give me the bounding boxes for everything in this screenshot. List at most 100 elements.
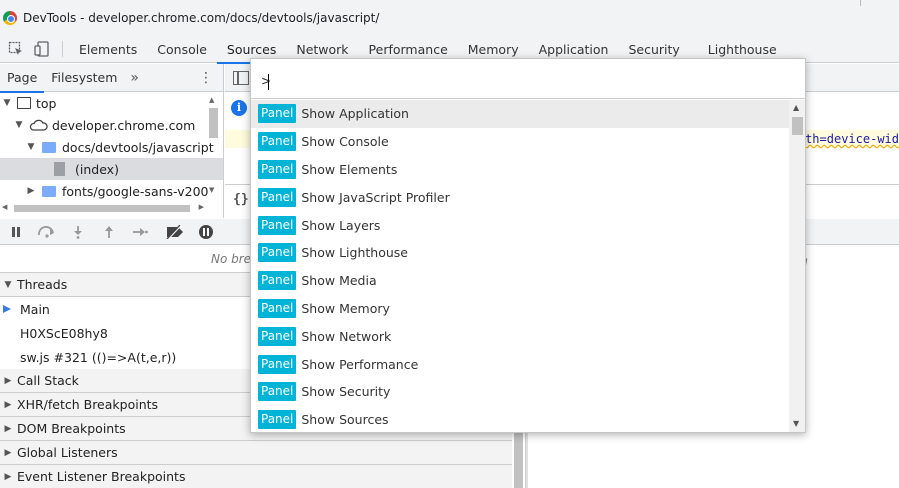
command-input[interactable]: > (251, 59, 805, 99)
category-badge: Panel (258, 104, 297, 124)
more-tabs-icon[interactable]: » (124, 70, 145, 86)
tree-item-label: developer.chrome.com (52, 117, 196, 133)
tree-item-label: fonts/google-sans-v200 (62, 183, 209, 199)
tab-console[interactable]: Console (147, 36, 217, 63)
tree-item-label: docs/devtools/javascript (62, 139, 214, 155)
tree-item-index[interactable]: (index) (0, 158, 223, 180)
section-title: XHR/fetch Breakpoints (17, 397, 159, 412)
command-label: Show JavaScript Profiler (301, 189, 450, 205)
command-label: Show Lighthouse (301, 245, 408, 261)
command-label: Show Application (301, 106, 409, 122)
category-badge: Panel (258, 243, 297, 263)
info-icon[interactable]: i (231, 100, 247, 116)
command-label: Show Network (301, 328, 392, 344)
category-badge: Panel (258, 159, 297, 179)
window-titlebar: DevTools - developer.chrome.com/docs/dev… (0, 0, 899, 36)
pretty-print-icon[interactable]: {} (233, 192, 249, 207)
section-global-listeners[interactable]: ▶ Global Listeners (0, 441, 512, 465)
text-caret (268, 74, 269, 90)
command-show-console[interactable]: Panel Show Console (251, 128, 789, 156)
collapse-triangle-icon: ▶ (4, 471, 12, 482)
section-title: Event Listener Breakpoints (17, 469, 186, 484)
command-show-media[interactable]: Panel Show Media (251, 267, 789, 295)
tree-item-folder[interactable]: ▼ docs/devtools/javascript (0, 136, 223, 158)
tree-item-top[interactable]: ▼ top (0, 92, 223, 114)
current-thread-arrow-icon (3, 305, 11, 313)
command-show-application[interactable]: Panel Show Application (251, 100, 789, 128)
expand-triangle-icon: ▼ (4, 279, 12, 290)
scrollbar-thumb[interactable] (792, 117, 803, 135)
scroll-up-arrow-icon[interactable]: ▲ (209, 96, 214, 104)
toggle-navigator-icon[interactable] (233, 70, 249, 85)
command-show-network[interactable]: Panel Show Network (251, 322, 789, 350)
scrollbar-thumb[interactable] (209, 108, 218, 138)
navigator-menu-icon[interactable]: ⋮ (199, 70, 213, 86)
section-title: Global Listeners (17, 445, 118, 460)
frame-icon (17, 97, 31, 109)
command-label: Show Sources (301, 412, 389, 428)
command-palette: > Panel Show Application Panel Show Cons… (250, 58, 806, 433)
command-label: Show Memory (301, 300, 390, 316)
expand-triangle-icon: ▼ (3, 98, 11, 108)
scroll-left-arrow-icon[interactable]: ◀ (2, 203, 7, 211)
tab-filesystem[interactable]: Filesystem (44, 64, 124, 92)
thread-label: H0XScE08hy8 (20, 325, 108, 341)
command-show-javascript-profiler[interactable]: Panel Show JavaScript Profiler (251, 183, 789, 211)
command-show-lighthouse[interactable]: Panel Show Lighthouse (251, 239, 789, 267)
tree-item-fonts[interactable]: ▶ fonts/google-sans-v200 (0, 180, 223, 202)
category-badge: Panel (258, 298, 297, 318)
section-event-listener-breakpoints[interactable]: ▶ Event Listener Breakpoints (0, 465, 512, 488)
command-show-elements[interactable]: Panel Show Elements (251, 156, 789, 184)
step-over-icon[interactable] (31, 219, 62, 245)
file-icon (54, 162, 65, 176)
category-badge: Panel (258, 326, 297, 346)
collapse-triangle-icon: ▶ (4, 399, 12, 410)
command-show-security[interactable]: Panel Show Security (251, 378, 789, 406)
command-label: Show Media (301, 273, 377, 289)
category-badge: Panel (258, 215, 297, 235)
tab-elements[interactable]: Elements (69, 36, 147, 63)
command-show-layers[interactable]: Panel Show Layers (251, 211, 789, 239)
thread-label: sw.js #321 (()=>A(t,e,r)) (20, 349, 177, 365)
cloud-icon (29, 119, 48, 131)
expand-triangle-icon: ▼ (27, 142, 35, 152)
tree-item-domain[interactable]: ▼ developer.chrome.com (0, 114, 223, 136)
step-into-icon[interactable] (62, 219, 93, 245)
code-text[interactable]: th=device-wid (805, 130, 899, 148)
command-show-memory[interactable]: Panel Show Memory (251, 295, 789, 323)
scroll-down-arrow-icon[interactable]: ▼ (209, 186, 214, 194)
inspect-element-icon[interactable] (6, 39, 26, 59)
file-navigator: Page Filesystem » ⋮ ▼ top ▼ developer.ch… (0, 64, 224, 218)
tree-item-label: top (36, 95, 57, 111)
window-title: DevTools - developer.chrome.com/docs/dev… (23, 11, 380, 25)
category-badge: Panel (258, 132, 297, 152)
device-toolbar-icon[interactable] (32, 39, 52, 59)
command-label: Show Console (301, 134, 389, 150)
scroll-up-arrow-icon[interactable]: ▲ (793, 103, 799, 112)
toolbar-separator (62, 41, 63, 57)
pause-on-exceptions-icon[interactable] (190, 219, 221, 245)
command-show-performance[interactable]: Panel Show Performance (251, 350, 789, 378)
deactivate-breakpoints-icon[interactable] (159, 219, 190, 245)
navigator-horizontal-scrollbar[interactable]: ◀ ▶ (0, 202, 206, 214)
command-label: Show Performance (301, 356, 419, 372)
pause-icon[interactable] (0, 219, 31, 245)
tab-page[interactable]: Page (0, 64, 45, 93)
folder-icon (42, 185, 56, 197)
section-title: DOM Breakpoints (17, 421, 126, 436)
scroll-right-arrow-icon[interactable]: ▶ (199, 203, 204, 211)
category-badge: Panel (258, 271, 297, 291)
command-list-scrollbar[interactable]: ▲ ▼ (789, 100, 805, 432)
step-icon[interactable] (124, 219, 155, 245)
step-out-icon[interactable] (93, 219, 124, 245)
category-badge: Panel (258, 354, 297, 374)
navigator-vertical-scrollbar[interactable]: ▲ ▼ (207, 96, 219, 194)
tree-item-label: (index) (75, 161, 119, 177)
scrollbar-thumb[interactable] (14, 205, 190, 212)
command-show-sources[interactable]: Panel Show Sources (251, 406, 789, 432)
navigator-tabs: Page Filesystem » ⋮ (0, 64, 223, 93)
collapse-triangle-icon: ▶ (4, 447, 12, 458)
category-badge: Panel (258, 187, 297, 207)
collapse-triangle-icon: ▶ (27, 186, 35, 196)
scroll-down-arrow-icon[interactable]: ▼ (793, 419, 799, 428)
